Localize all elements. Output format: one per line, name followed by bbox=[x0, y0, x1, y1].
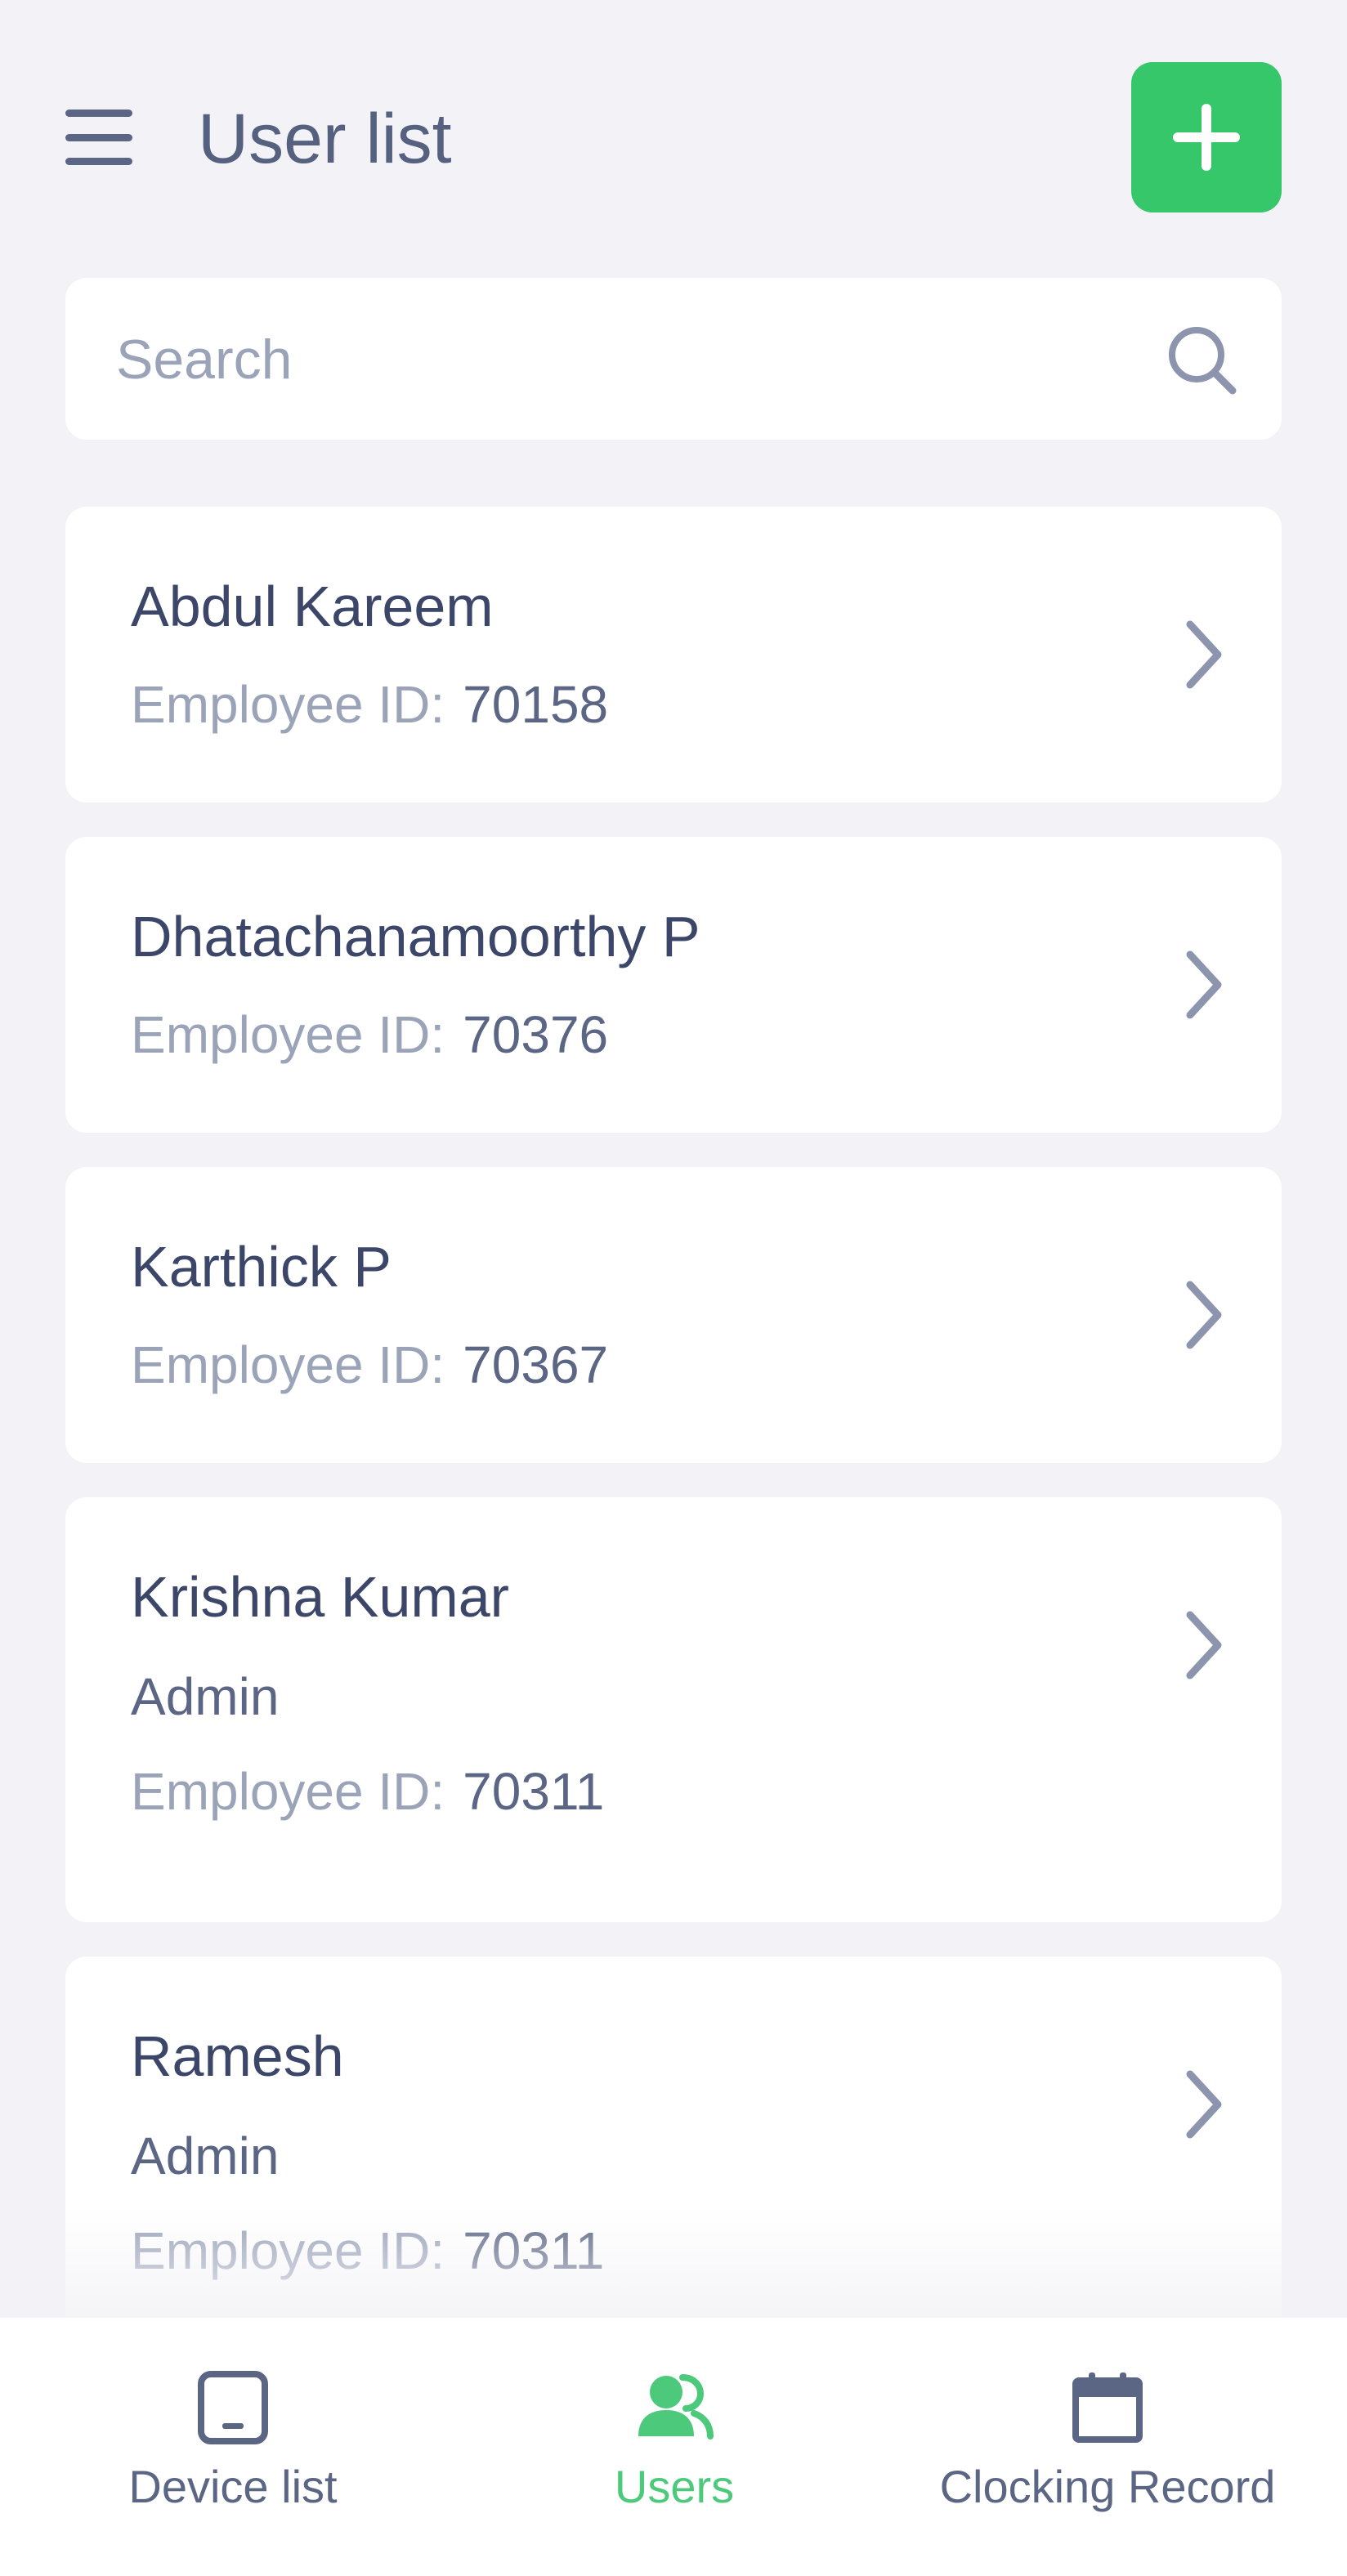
employee-id-row: Employee ID: 70158 bbox=[131, 673, 1216, 736]
chevron-right-icon bbox=[1186, 620, 1222, 689]
calendar-icon bbox=[1067, 2367, 1148, 2449]
employee-id-label: Employee ID: bbox=[131, 1335, 445, 1394]
user-list: Abdul Kareem Employee ID: 70158 Dhatachan… bbox=[65, 507, 1282, 2416]
plus-icon bbox=[1173, 104, 1240, 171]
page-title: User list bbox=[198, 100, 452, 178]
user-name: Karthick P bbox=[131, 1235, 392, 1299]
user-list-item[interactable]: Krishna Kumar Admin Employee ID: 70311 bbox=[65, 1497, 1282, 1922]
user-name: Ramesh bbox=[131, 2024, 344, 2088]
user-list-item[interactable]: Dhatachanamoorthy P Employee ID: 70376 bbox=[65, 837, 1282, 1133]
employee-id-row: Employee ID: 70367 bbox=[131, 1334, 1216, 1396]
add-user-button[interactable] bbox=[1131, 62, 1282, 212]
user-name: Krishna Kumar bbox=[131, 1565, 509, 1629]
tab-users[interactable]: Users bbox=[572, 2318, 776, 2547]
chevron-right-icon bbox=[1186, 1611, 1222, 1679]
tab-label: Users bbox=[614, 2461, 735, 2512]
tab-device-list[interactable]: Device list bbox=[106, 2318, 360, 2547]
employee-id-label: Employee ID: bbox=[131, 675, 445, 734]
app-header: User list bbox=[0, 0, 1347, 262]
chevron-right-icon bbox=[1186, 950, 1222, 1019]
search-bar bbox=[65, 278, 1282, 440]
employee-id-row: Employee ID: 70311 bbox=[131, 2220, 1216, 2282]
chevron-right-icon bbox=[1186, 2070, 1222, 2139]
user-name: Abdul Kareem bbox=[131, 575, 494, 638]
employee-id-row: Employee ID: 70376 bbox=[131, 1004, 1216, 1066]
tab-label: Device list bbox=[128, 2461, 338, 2512]
user-list-item[interactable]: Karthick P Employee ID: 70367 bbox=[65, 1167, 1282, 1463]
search-input[interactable] bbox=[114, 311, 1131, 409]
tab-label: Clocking Record bbox=[939, 2461, 1276, 2512]
employee-id-label: Employee ID: bbox=[131, 1005, 445, 1064]
employee-id-label: Employee ID: bbox=[131, 2221, 445, 2280]
employee-id-value: 70367 bbox=[463, 1335, 609, 1394]
user-role: Admin bbox=[131, 1667, 280, 1726]
search-icon[interactable] bbox=[1166, 324, 1239, 397]
tablet-device-icon bbox=[192, 2367, 274, 2449]
user-name: Dhatachanamoorthy P bbox=[131, 905, 700, 968]
employee-id-value: 70311 bbox=[463, 2221, 605, 2280]
user-role: Admin bbox=[131, 2127, 280, 2185]
employee-id-value: 70158 bbox=[463, 675, 609, 734]
employee-id-label: Employee ID: bbox=[131, 1762, 445, 1821]
tab-clocking-record[interactable]: Clocking Record bbox=[932, 2318, 1283, 2547]
employee-id-row: Employee ID: 70311 bbox=[131, 1760, 1216, 1822]
employee-id-value: 70376 bbox=[463, 1005, 609, 1064]
user-list-item[interactable]: Abdul Kareem Employee ID: 70158 bbox=[65, 507, 1282, 803]
employee-id-value: 70311 bbox=[463, 1762, 605, 1821]
chevron-right-icon bbox=[1186, 1281, 1222, 1349]
hamburger-menu-icon[interactable] bbox=[65, 110, 132, 165]
users-icon bbox=[633, 2367, 715, 2449]
bottom-tab-bar: Device list Users Clocking Record bbox=[0, 2318, 1347, 2576]
